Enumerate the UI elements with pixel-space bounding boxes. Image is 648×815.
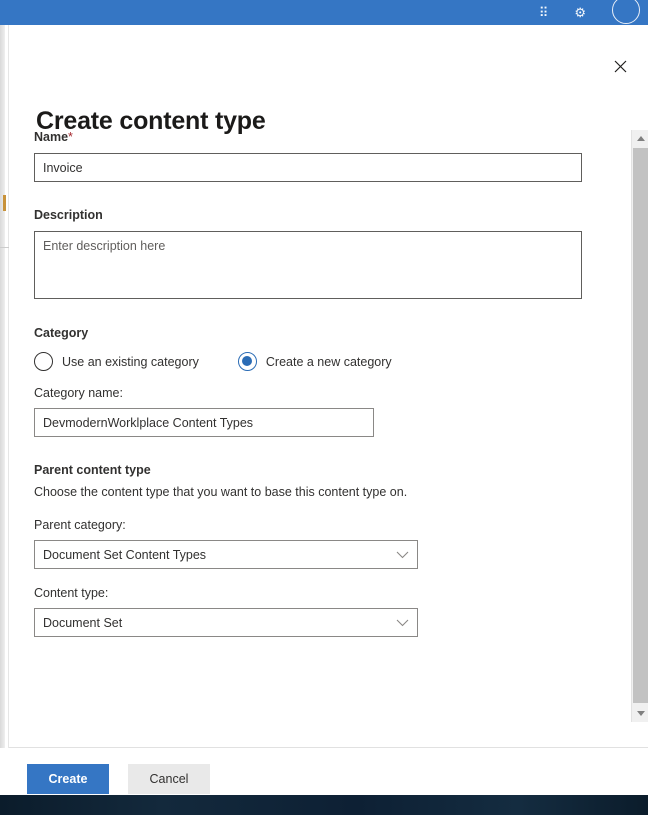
vertical-scrollbar[interactable] bbox=[631, 130, 648, 722]
scrollbar-thumb[interactable] bbox=[633, 148, 648, 703]
radio-use-existing-category[interactable]: Use an existing category bbox=[34, 352, 199, 371]
scroll-down-button[interactable] bbox=[632, 705, 648, 722]
radio-use-existing-category-label: Use an existing category bbox=[62, 355, 199, 369]
scroll-up-button[interactable] bbox=[632, 130, 648, 147]
category-name-group: Category name: bbox=[34, 386, 594, 437]
category-field-group: Category Use an existing category Create… bbox=[34, 326, 594, 437]
account-avatar-icon[interactable] bbox=[612, 0, 640, 24]
parent-category-select-wrap: Document Set Content Types bbox=[34, 540, 418, 569]
radio-unselected-icon bbox=[34, 352, 53, 371]
scroll-down-arrow-icon bbox=[637, 711, 645, 716]
content-type-select-value: Document Set bbox=[43, 616, 122, 630]
name-input[interactable] bbox=[34, 153, 582, 182]
category-name-label: Category name: bbox=[34, 386, 594, 400]
parent-category-select-value: Document Set Content Types bbox=[43, 548, 206, 562]
parent-category-select[interactable]: Document Set Content Types bbox=[34, 540, 418, 569]
required-asterisk: * bbox=[68, 130, 73, 144]
name-label-text: Name bbox=[34, 130, 68, 144]
radio-create-new-category-label: Create a new category bbox=[266, 355, 392, 369]
description-label: Description bbox=[34, 208, 594, 222]
panel-footer: Create Cancel bbox=[0, 748, 648, 790]
create-button[interactable]: Create bbox=[27, 764, 109, 794]
apps-grid-icon[interactable]: ⠿ bbox=[539, 6, 549, 19]
content-type-group: Content type: Document Set bbox=[34, 586, 594, 637]
description-textarea[interactable] bbox=[34, 231, 582, 299]
parent-content-type-helper: Choose the content type that you want to… bbox=[34, 485, 594, 499]
top-bar-icon-group: ⠿ ⚙ bbox=[539, 0, 640, 25]
description-field-group: Description bbox=[34, 208, 594, 299]
parent-category-group: Parent category: Document Set Content Ty… bbox=[34, 518, 594, 569]
content-type-label: Content type: bbox=[34, 586, 594, 600]
name-field-group: Name* bbox=[34, 130, 594, 182]
category-name-input[interactable] bbox=[34, 408, 374, 437]
create-content-type-form: Name* Description Category Use an existi… bbox=[34, 130, 594, 637]
content-type-select-wrap: Document Set bbox=[34, 608, 418, 637]
parent-content-type-heading: Parent content type bbox=[34, 463, 594, 477]
screen-root: ⠿ ⚙ Create content type Name* D bbox=[0, 0, 648, 815]
category-label: Category bbox=[34, 326, 594, 340]
panel-scroll-body: Name* Description Category Use an existi… bbox=[0, 130, 639, 722]
desktop-background-strip bbox=[0, 795, 648, 815]
parent-category-label: Parent category: bbox=[34, 518, 594, 532]
radio-selected-icon bbox=[238, 352, 257, 371]
settings-gear-icon[interactable]: ⚙ bbox=[574, 6, 586, 19]
cancel-button[interactable]: Cancel bbox=[128, 764, 210, 794]
category-radio-group: Use an existing category Create a new ca… bbox=[34, 352, 594, 371]
parent-content-type-group: Parent content type Choose the content t… bbox=[34, 463, 594, 637]
app-top-bar: ⠿ ⚙ bbox=[0, 0, 648, 25]
name-label: Name* bbox=[34, 130, 594, 144]
close-icon bbox=[614, 60, 627, 73]
close-button[interactable] bbox=[606, 52, 634, 80]
radio-create-new-category[interactable]: Create a new category bbox=[238, 352, 392, 371]
scroll-up-arrow-icon bbox=[637, 136, 645, 141]
content-type-select[interactable]: Document Set bbox=[34, 608, 418, 637]
